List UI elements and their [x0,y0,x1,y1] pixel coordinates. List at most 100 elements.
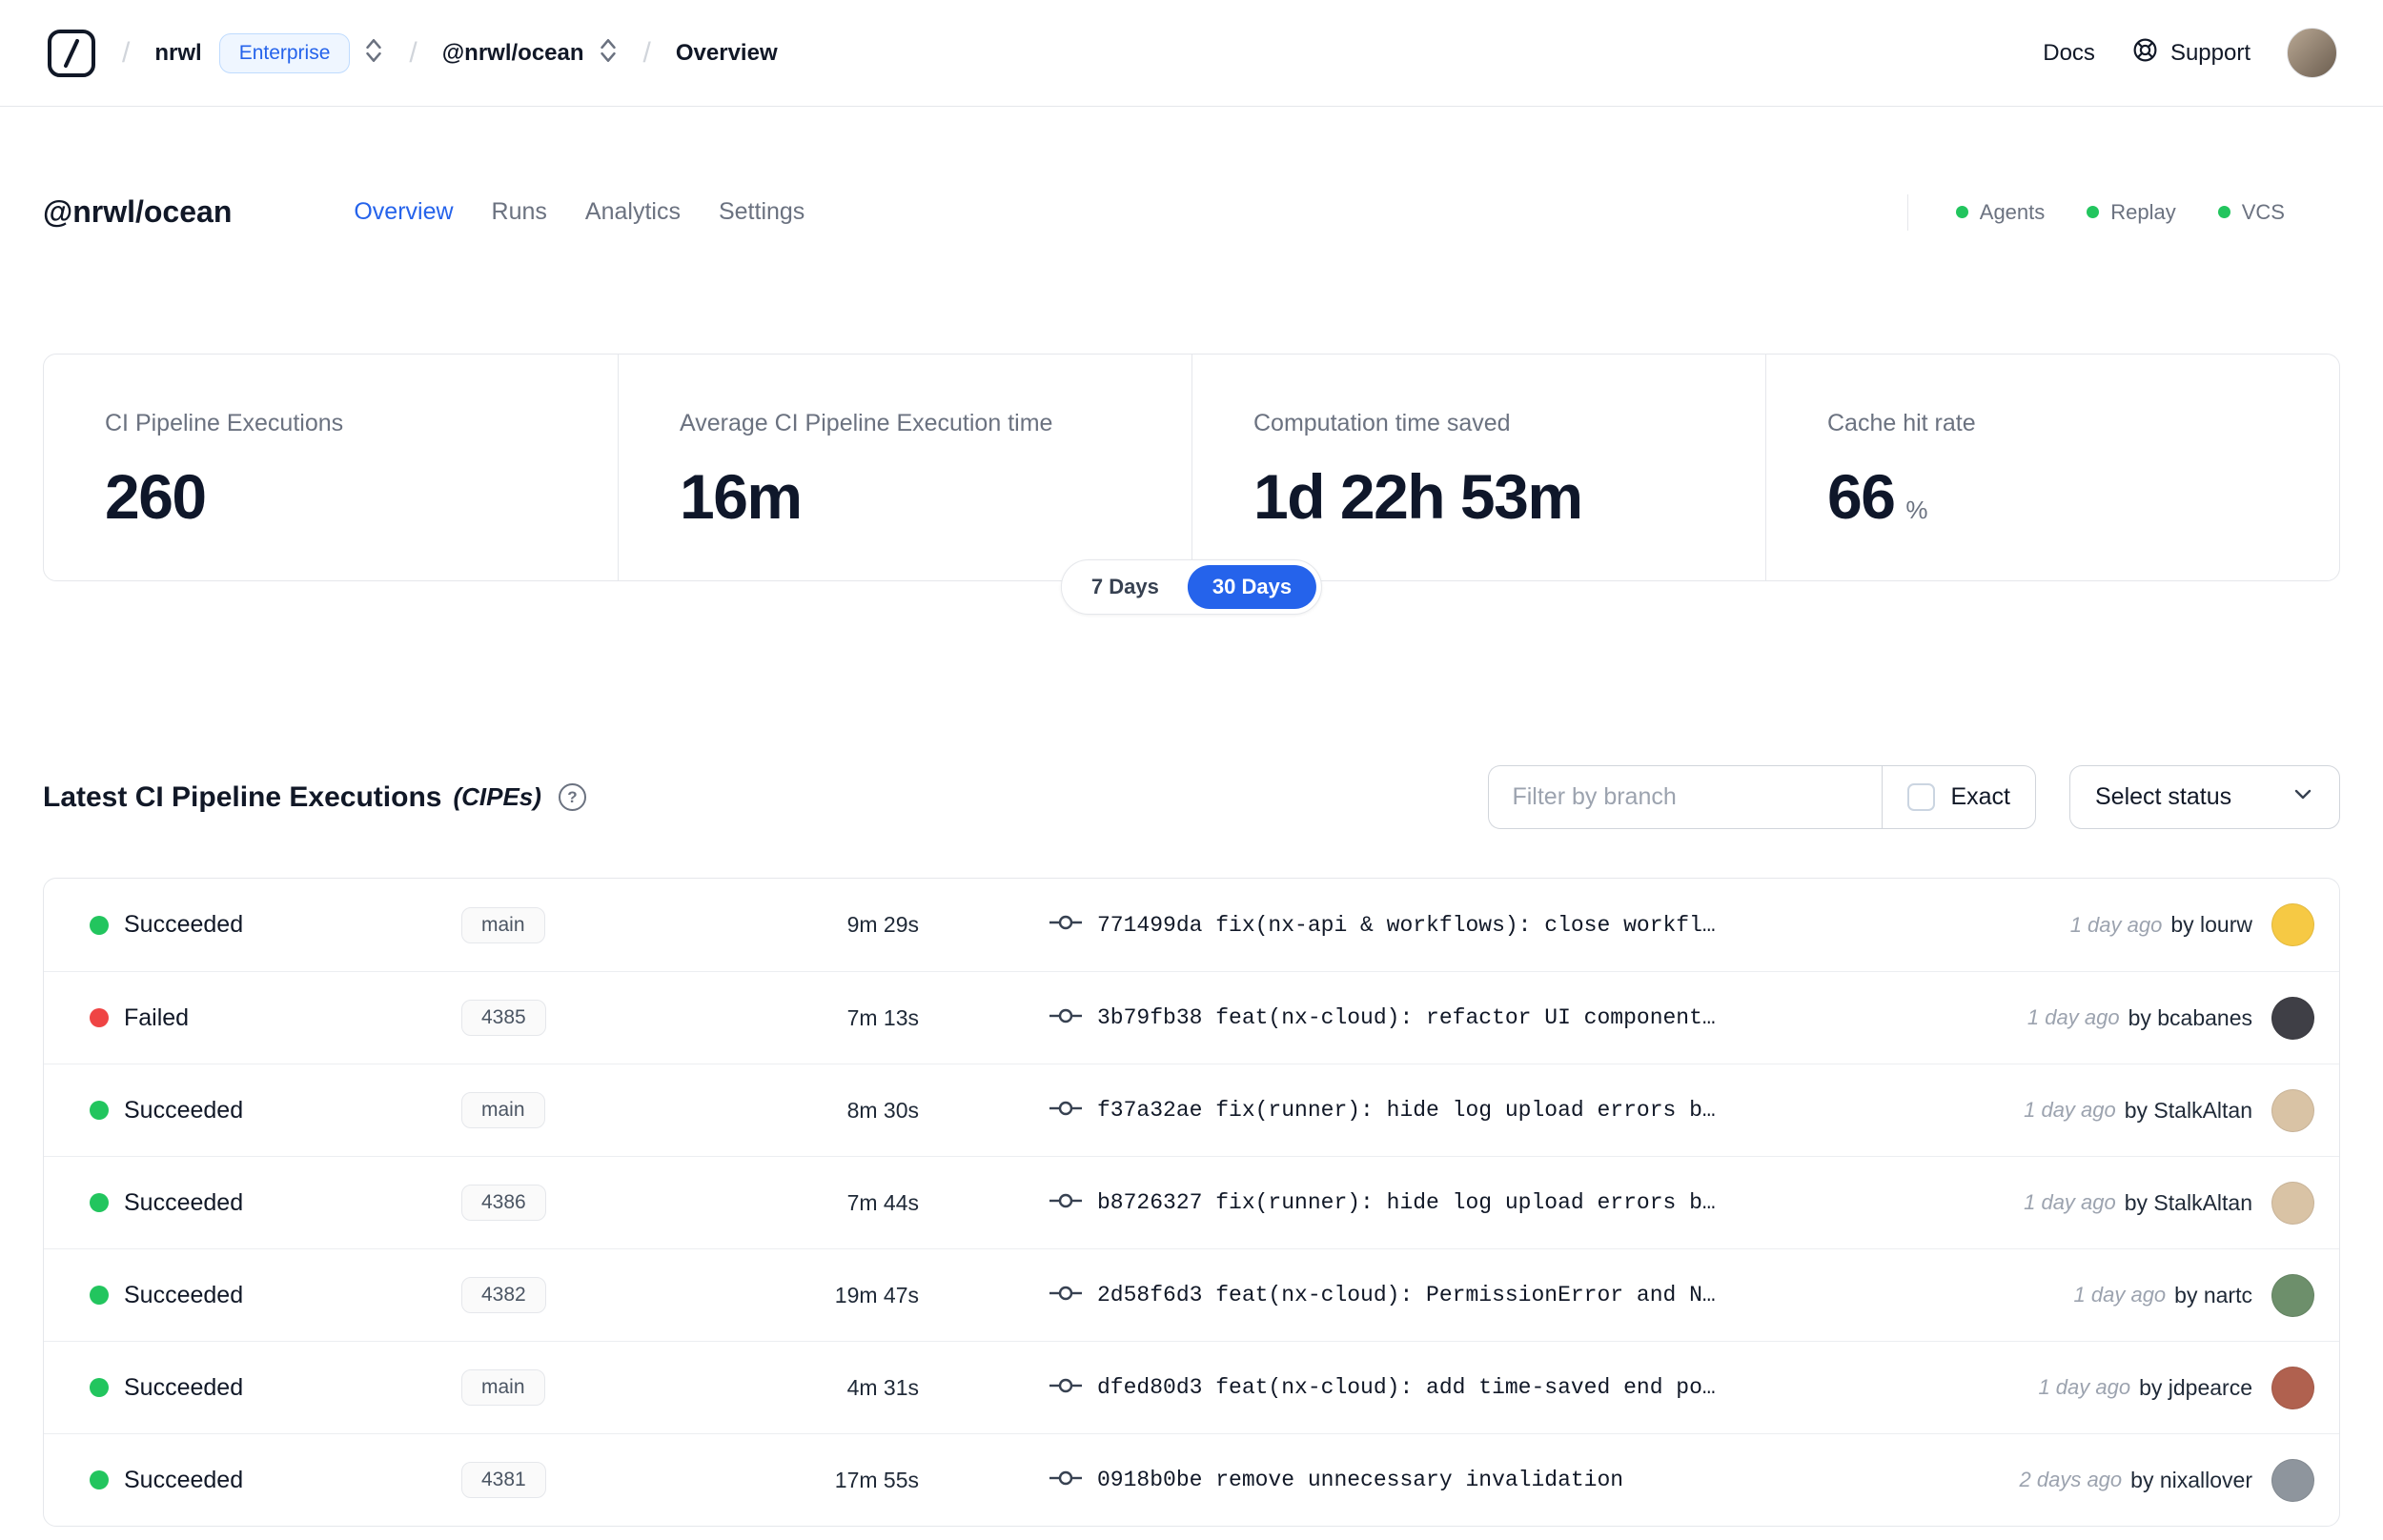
relative-time: 2 days ago [2019,1468,2123,1491]
author-avatar [2271,903,2314,946]
table-row[interactable]: Succeeded 4382 19m 47s 2d58f6d3 feat(nx-… [44,1248,2339,1341]
duration: 4m 31s [846,1374,919,1400]
commit-message: 0918b0be remove unnecessary invalidation [1097,1468,1624,1492]
relative-time: 1 day ago [2024,1190,2116,1214]
stats-section: CI Pipeline Executions 260 Average CI Pi… [43,354,2340,615]
status-select-label: Select status [2095,783,2232,810]
stat-value: 66 [1827,461,1896,532]
git-commit-icon [1049,1004,1082,1032]
relative-time: 1 day ago [2024,1098,2116,1122]
author-avatar [2271,1458,2314,1502]
support-link[interactable]: Support [2131,36,2251,71]
author-avatar [2271,996,2314,1040]
green-dot-icon [2087,206,2100,218]
green-dot-icon [1955,206,1968,218]
commit-message: 771499da fix(nx-api & workflows): close … [1097,912,1716,938]
author-avatar [2271,1273,2314,1317]
breadcrumb-separator: / [642,36,651,69]
stat-value: 16m [680,461,803,532]
indicator-label: VCS [2241,199,2285,224]
author-avatar [2271,1181,2314,1225]
stat-value-wrap: 66% [1827,460,2301,533]
table-row[interactable]: Failed 4385 7m 13s 3b79fb38 feat(nx-clou… [44,971,2339,1064]
breadcrumb-org[interactable]: nrwl [154,40,201,67]
stat-label: Cache hit rate [1827,410,1976,436]
branch-filter-group: Exact [1488,765,2036,829]
author: by lourw [2170,912,2252,937]
cipes-title-suffix: (CIPEs) [453,782,541,811]
tab-overview[interactable]: Overview [352,192,455,232]
stat-card-cache-hit-rate: Cache hit rate 66% [1765,355,2339,580]
duration: 17m 55s [834,1467,919,1492]
table-row[interactable]: Succeeded main 9m 29s 771499da fix(nx-ap… [44,879,2339,971]
relative-time: 1 day ago [2038,1375,2131,1399]
branch-filter-input[interactable] [1488,765,1883,829]
author: by nixallover [2130,1467,2252,1492]
relative-time: 1 day ago [2027,1005,2120,1029]
question-circle-icon[interactable]: ? [558,783,586,811]
table-row[interactable]: Succeeded 4381 17m 55s 0918b0be remove u… [44,1433,2339,1526]
docs-label: Docs [2043,39,2095,66]
indicator-agents[interactable]: Agents [1955,200,2045,225]
git-commit-icon [1049,911,1082,939]
commit-message: 3b79fb38 feat(nx-cloud): refactor UI com… [1097,1005,1716,1030]
status-dot [90,1193,109,1212]
stat-cards: CI Pipeline Executions 260 Average CI Pi… [43,354,2340,581]
org-plan-badge[interactable]: Enterprise [218,32,351,73]
indicator-vcs[interactable]: VCS [2217,199,2285,225]
tab-runs[interactable]: Runs [490,192,549,232]
stat-card-ci-pipeline-executions: CI Pipeline Executions 260 [44,355,618,580]
tab-analytics[interactable]: Analytics [583,192,682,232]
workspace-header: @nrwl/ocean Overview Runs Analytics Sett… [0,192,2383,232]
status-dot [90,1378,109,1397]
author-avatar [2271,1088,2314,1132]
author: by StalkAltan [2124,1097,2252,1123]
branch-badge: main [461,1369,545,1406]
range-30-days-button[interactable]: 30 Days [1187,565,1317,609]
docs-link[interactable]: Docs [2043,40,2095,67]
status-dot [90,1470,109,1489]
commit-message: f37a32ae fix(runner): hide log upload er… [1097,1098,1716,1123]
workspace-selector-chevrons-icon[interactable] [598,36,619,70]
green-dot-icon [2217,206,2230,218]
status-label: Succeeded [124,1466,244,1493]
status-label: Succeeded [124,911,244,938]
git-commit-icon [1049,1467,1082,1494]
breadcrumb-workspace[interactable]: @nrwl/ocean [442,40,584,67]
org-selector-chevrons-icon[interactable] [363,36,384,70]
relative-time: 1 day ago [2073,1283,2167,1307]
stat-value: 1d 22h 53m [1253,461,1583,532]
status-select-dropdown[interactable]: Select status [2069,765,2340,829]
status-indicators: Agents Replay VCS [1906,193,2285,231]
stat-card-average-execution-time: Average CI Pipeline Execution time 16m [618,355,1192,580]
commit-message: dfed80d3 feat(nx-cloud): add time-saved … [1097,1375,1716,1400]
chevron-down-icon [2291,782,2314,812]
cipes-section-header: Latest CI Pipeline Executions (CIPEs) ? … [43,765,2340,829]
user-avatar[interactable] [2287,28,2337,78]
tab-settings[interactable]: Settings [717,192,806,232]
exact-checkbox[interactable] [1907,783,1936,811]
table-row[interactable]: Succeeded main 8m 30s f37a32ae fix(runne… [44,1064,2339,1156]
duration: 19m 47s [834,1282,919,1307]
status-label: Failed [124,1003,190,1031]
stat-label: Average CI Pipeline Execution time [680,410,1053,436]
divider [1906,193,1908,231]
indicator-label: Replay [2110,199,2176,224]
relative-time: 1 day ago [2069,912,2163,937]
stat-value-wrap: 260 [105,460,580,533]
author: by StalkAltan [2124,1189,2252,1215]
stat-suffix: % [1905,496,1928,524]
table-row[interactable]: Succeeded 4386 7m 44s b8726327 fix(runne… [44,1156,2339,1248]
author: by nartc [2174,1282,2252,1307]
breadcrumb-page: Overview [675,39,778,66]
stat-label: CI Pipeline Executions [105,410,344,436]
status-label: Succeeded [124,1096,244,1124]
nx-cloud-logo[interactable] [46,28,97,79]
indicator-replay[interactable]: Replay [2087,199,2176,225]
stat-label: Computation time saved [1253,410,1511,436]
workspace-title: @nrwl/ocean [43,194,233,229]
status-dot [90,1286,109,1305]
table-row[interactable]: Succeeded main 4m 31s dfed80d3 feat(nx-c… [44,1341,2339,1433]
range-7-days-button[interactable]: 7 Days [1067,565,1184,609]
exact-filter[interactable]: Exact [1882,765,2036,829]
